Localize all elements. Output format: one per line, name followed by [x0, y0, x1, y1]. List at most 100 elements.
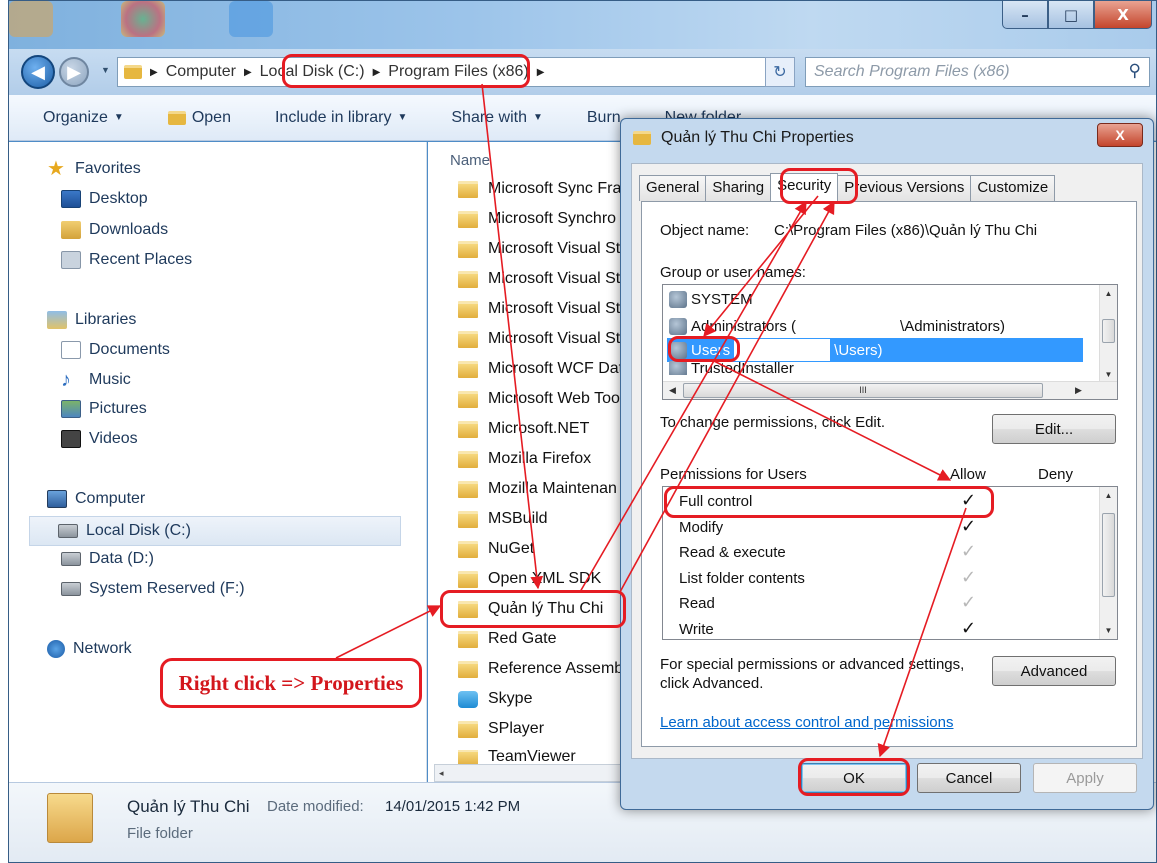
file-list-item[interactable]: Microsoft.NET	[458, 420, 589, 438]
dialog-title: Quản lý Thu Chi Properties	[661, 129, 854, 146]
file-list-item[interactable]: Microsoft Web Too	[458, 390, 620, 408]
file-name: Mozilla Firefox	[488, 450, 592, 467]
back-button[interactable]: ◀	[21, 55, 55, 89]
tab-general[interactable]: General	[639, 175, 707, 201]
file-list-item[interactable]: Microsoft Visual St	[458, 270, 620, 288]
search-icon[interactable]: ⚲	[1129, 61, 1141, 81]
cancel-button[interactable]: Cancel	[917, 763, 1021, 793]
breadcrumb-computer[interactable]: Computer	[166, 63, 236, 81]
minimize-button[interactable]: –	[1002, 1, 1048, 29]
highlight-full-control	[664, 486, 994, 518]
include-in-library-button[interactable]: Include in library ▼	[275, 109, 407, 127]
share-with-button[interactable]: Share with ▼	[451, 109, 543, 127]
file-list-item[interactable]: Microsoft Visual St	[458, 240, 620, 258]
folder-icon	[458, 510, 478, 528]
column-header-name[interactable]: Name	[450, 152, 490, 169]
file-list-item[interactable]: Red Gate	[458, 630, 556, 648]
nav-network[interactable]: Network	[47, 640, 132, 658]
user-row-administrators[interactable]: Administrators ( \Administrators)	[669, 315, 1005, 337]
user-row-system[interactable]: SYSTEM	[669, 291, 753, 308]
file-list-item[interactable]: Microsoft Synchro	[458, 210, 616, 228]
folder-icon	[458, 180, 478, 198]
refresh-button[interactable]: ↻	[765, 57, 795, 87]
nav-desktop-label: Desktop	[89, 190, 148, 207]
change-permissions-text: To change permissions, click Edit.	[660, 414, 886, 431]
scroll-up-icon[interactable]: ▲	[1100, 487, 1117, 504]
breadcrumb-separator-icon[interactable]: ▶	[244, 67, 252, 78]
nav-desktop[interactable]: Desktop	[61, 190, 148, 208]
nav-libraries[interactable]: Libraries	[47, 311, 136, 329]
nav-favorites[interactable]: ★ Favorites	[47, 159, 141, 179]
nav-downloads[interactable]: Downloads	[61, 221, 168, 239]
share-with-label: Share with	[451, 108, 527, 126]
user-list-vertical-scrollbar[interactable]: ▲ ▼	[1099, 285, 1117, 383]
scroll-thumb[interactable]	[1102, 319, 1115, 343]
burn-button[interactable]: Burn	[587, 109, 621, 127]
folder-icon	[458, 330, 478, 348]
nav-music[interactable]: ♪ Music	[61, 370, 131, 390]
scroll-right-icon[interactable]: ▶	[1075, 385, 1082, 396]
folder-icon	[458, 630, 478, 648]
folder-icon	[458, 300, 478, 318]
tab-customize[interactable]: Customize	[970, 175, 1056, 201]
file-name: Microsoft Web Too	[488, 390, 620, 407]
scroll-up-icon[interactable]: ▲	[1100, 285, 1117, 302]
file-list-item[interactable]: Reference Assembl	[458, 660, 627, 678]
nav-recent-places[interactable]: Recent Places	[61, 251, 192, 269]
close-button[interactable]: X	[1094, 1, 1152, 29]
scroll-left-icon[interactable]: ◀	[669, 385, 676, 396]
dialog-close-button[interactable]: X	[1097, 123, 1143, 147]
file-list-item[interactable]: Mozilla Firefox	[458, 450, 591, 468]
file-list-item[interactable]: Microsoft Visual St	[458, 300, 620, 318]
open-label: Open	[191, 108, 231, 126]
nav-system-reserved[interactable]: System Reserved (F:)	[61, 580, 245, 598]
nav-data-drive[interactable]: Data (D:)	[61, 550, 154, 568]
file-list-item[interactable]: MSBuild	[458, 510, 548, 528]
edit-button[interactable]: Edit...	[992, 414, 1116, 444]
nav-videos-label: Videos	[89, 430, 138, 447]
permissions-vertical-scrollbar[interactable]: ▲ ▼	[1099, 487, 1117, 639]
details-file-name: Quản lý Thu Chi	[127, 797, 250, 816]
learn-access-control-link[interactable]: Learn about access control and permissio…	[660, 714, 954, 731]
folder-icon	[458, 210, 478, 228]
nav-videos[interactable]: Videos	[61, 430, 138, 448]
nav-computer[interactable]: Computer	[47, 490, 145, 508]
advanced-button[interactable]: Advanced	[992, 656, 1116, 686]
tab-sharing[interactable]: Sharing	[705, 175, 772, 201]
object-name-label: Object name:	[660, 222, 750, 239]
organize-button[interactable]: Organize ▼	[43, 109, 124, 127]
file-list-item[interactable]: Mozilla Maintenan	[458, 480, 617, 498]
file-list-item[interactable]: Microsoft Sync Fra	[458, 180, 621, 198]
permission-row: Write	[679, 620, 714, 638]
forward-button[interactable]: ▶	[59, 57, 89, 87]
nav-pictures-label: Pictures	[89, 400, 147, 417]
user-list-horizontal-scrollbar[interactable]: ◀ III ▶	[663, 381, 1117, 399]
open-button[interactable]: Open	[167, 108, 231, 127]
drive-icon	[61, 582, 81, 596]
search-input[interactable]: Search Program Files (x86) ⚲	[805, 57, 1150, 87]
details-date-modified-label: Date modified:	[267, 798, 364, 815]
object-name-value: C:\Program Files (x86)\Quản lý Thu Chi	[774, 222, 1038, 239]
scroll-left-icon[interactable]: ◂	[439, 768, 444, 778]
user-row-trustedinstaller[interactable]: TrustedInstaller	[669, 361, 794, 375]
file-list-item[interactable]: TeamViewer	[458, 750, 576, 764]
file-list-item[interactable]: SPlayer	[458, 720, 544, 738]
file-list-item[interactable]: Microsoft Visual St	[458, 330, 620, 348]
breadcrumb-separator-icon[interactable]: ▶	[537, 67, 545, 78]
recent-pages-dropdown-icon[interactable]: ▼	[101, 65, 110, 75]
nav-documents[interactable]: Documents	[61, 341, 170, 359]
file-list-item[interactable]: Microsoft WCF Dat	[458, 360, 623, 378]
nav-pictures[interactable]: Pictures	[61, 400, 147, 418]
file-list-item[interactable]: Skype	[458, 690, 532, 708]
file-list-item[interactable]: NuGet	[458, 540, 534, 558]
scroll-thumb[interactable]	[1102, 513, 1115, 597]
libraries-icon	[47, 311, 67, 329]
scroll-thumb[interactable]: III	[683, 383, 1043, 398]
file-list-item[interactable]: Open XML SDK	[458, 570, 601, 588]
apply-button[interactable]: Apply	[1033, 763, 1137, 793]
scroll-down-icon[interactable]: ▼	[1100, 622, 1117, 639]
horizontal-scrollbar[interactable]: ◂	[434, 764, 634, 782]
maximize-button[interactable]: □	[1048, 1, 1094, 29]
breadcrumb-separator-icon[interactable]: ▶	[150, 67, 158, 78]
nav-local-disk[interactable]: Local Disk (C:)	[29, 516, 401, 546]
